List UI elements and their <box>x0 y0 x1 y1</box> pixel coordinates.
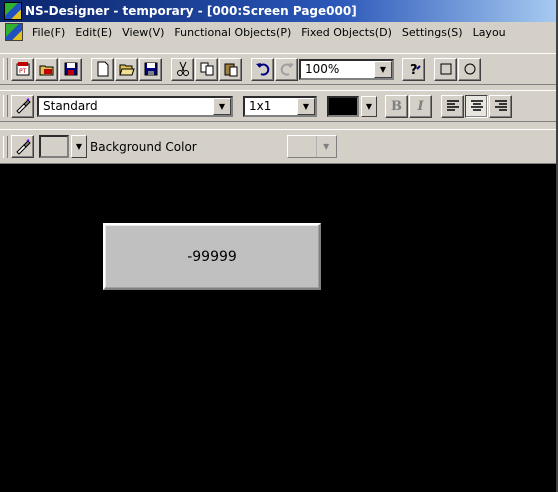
menu-functional-objects[interactable]: Functional Objects(P) <box>169 26 296 39</box>
copy-icon[interactable] <box>195 57 218 81</box>
chevron-down-icon[interactable]: ▼ <box>374 60 392 78</box>
align-right-icon[interactable] <box>489 94 512 118</box>
svg-text:?: ? <box>410 63 418 77</box>
standard-toolbar: PT 100% ▼ ? <box>0 53 556 85</box>
format-toolbar: Standard ▼ 1x1 ▼ ▼ B I <box>0 90 556 122</box>
circle-icon[interactable] <box>458 57 481 81</box>
font-value: Standard <box>43 99 98 113</box>
title-bar[interactable]: NS-Designer - temporary - [000:Screen Pa… <box>0 0 556 22</box>
help-icon[interactable]: ? <box>402 57 425 81</box>
text-color-swatch[interactable] <box>327 95 359 117</box>
zoom-value: 100% <box>305 62 340 76</box>
background-toolbar: ▼ Background Color ▼ <box>0 129 556 164</box>
scale-select[interactable]: 1x1 ▼ <box>243 95 317 117</box>
chevron-down-icon[interactable]: ▼ <box>213 97 231 115</box>
bold-button[interactable]: B <box>385 94 408 118</box>
menu-view[interactable]: View(V) <box>117 26 169 39</box>
redo-icon[interactable] <box>275 57 298 81</box>
chevron-down-icon[interactable]: ▼ <box>297 97 315 115</box>
brush-icon[interactable] <box>11 94 34 118</box>
open-project-icon[interactable] <box>35 57 58 81</box>
toolbar-grip[interactable] <box>3 135 8 158</box>
chevron-down-icon[interactable]: ▼ <box>361 95 377 117</box>
undo-icon[interactable] <box>251 57 274 81</box>
menu-layout[interactable]: Layou <box>468 26 511 39</box>
background-color-swatch[interactable] <box>39 135 69 158</box>
numeric-display-object[interactable]: -99999 <box>103 223 321 290</box>
document-menu-icon[interactable] <box>5 23 23 41</box>
app-window: NS-Designer - temporary - [000:Screen Pa… <box>0 0 558 492</box>
save-icon[interactable] <box>139 57 162 81</box>
app-icon <box>4 2 22 20</box>
italic-button[interactable]: I <box>409 94 432 118</box>
brush-icon[interactable] <box>11 135 34 158</box>
svg-text:PT: PT <box>19 68 27 75</box>
menu-file[interactable]: File(F) <box>27 26 70 39</box>
toolbar-grip[interactable] <box>3 95 8 117</box>
save-project-icon[interactable] <box>59 57 82 81</box>
background-color-label: Background Color <box>90 139 197 154</box>
toolbar-grip[interactable] <box>3 58 8 80</box>
menu-bar: File(F) Edit(E) View(V) Functional Objec… <box>0 22 556 42</box>
cut-icon[interactable] <box>171 57 194 81</box>
open-icon[interactable] <box>115 57 138 81</box>
rectangle-icon[interactable] <box>434 57 457 81</box>
chevron-down-icon[interactable]: ▼ <box>71 135 87 158</box>
menu-settings[interactable]: Settings(S) <box>397 26 468 39</box>
paste-icon[interactable] <box>219 57 242 81</box>
background-pattern-select: ▼ <box>286 135 337 158</box>
chevron-down-icon: ▼ <box>323 142 330 151</box>
font-select[interactable]: Standard ▼ <box>37 95 233 117</box>
align-center-icon[interactable] <box>465 94 488 118</box>
new-icon[interactable] <box>91 57 114 81</box>
zoom-select[interactable]: 100% ▼ <box>299 58 394 80</box>
scale-value: 1x1 <box>249 99 272 113</box>
align-left-icon[interactable] <box>441 94 464 118</box>
pattern-swatch <box>288 136 317 157</box>
screen-canvas[interactable]: -99999 <box>0 164 556 492</box>
menu-fixed-objects[interactable]: Fixed Objects(D) <box>296 26 397 39</box>
menu-edit[interactable]: Edit(E) <box>70 26 117 39</box>
transfer-icon[interactable]: PT <box>11 57 34 81</box>
window-title: NS-Designer - temporary - [000:Screen Pa… <box>25 4 357 18</box>
